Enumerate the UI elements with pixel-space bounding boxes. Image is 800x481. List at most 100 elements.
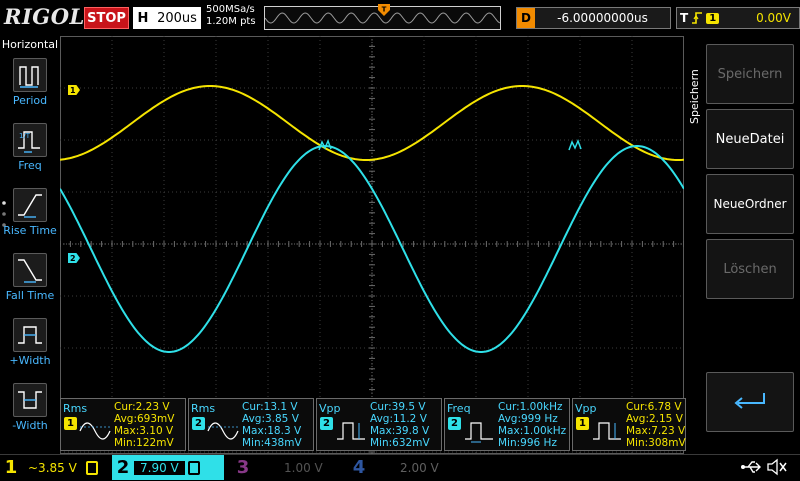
measure-pos-width-button[interactable]: +Width [0,318,60,367]
trigger-level: 0.00V [756,11,791,25]
measure-rise-time-button[interactable]: Rise Time [0,188,60,237]
memory-depth: 1.20M pts [206,16,256,27]
measurement-min: Min:438mV [242,437,302,449]
measurement-channel-badge: 1 [576,417,589,430]
measurement-values: Cur:2.23 V Avg:693mV Max:3.10 V Min:122m… [114,401,174,449]
measurement-average: Avg:2.15 V [626,413,683,425]
channel-4-number: 4 [352,457,366,478]
measurement-min: Min:122mV [114,437,174,449]
measurement-name: Rms [63,402,88,415]
fall-time-icon [13,253,47,287]
channel-1-scale: ~3.85 V [28,460,77,475]
channel-1-number: 1 [4,457,18,478]
channel-4-status[interactable]: 4 2.00 V [348,455,458,480]
sine-rms-icon [79,422,111,440]
measurement-max: Max:18.3 V [242,425,302,437]
rising-edge-icon [692,12,703,24]
usb-icon [741,461,761,473]
channel-2-peak-artifacts [318,138,582,151]
measure-rise-time-label: Rise Time [3,224,57,237]
timebase-value: 200us [157,10,197,26]
new-folder-button[interactable]: NeueOrdner [706,174,794,234]
return-arrow-icon [734,393,765,409]
positive-width-icon [13,318,47,352]
delay-value: -6.00000000us [557,11,648,25]
save-button[interactable]: Speichern [706,44,794,104]
measurement-max: Max:1.00kHz [498,425,567,437]
channel-1-status[interactable]: 1 ~3.85 V [0,455,110,480]
measurement-name: Freq [447,402,471,415]
frequency-icon [465,422,493,443]
peak-to-peak-icon [337,422,365,440]
measurement-strip: Rms 1 Cur:2.23 V Avg:693mV Max:3.10 V Mi… [60,398,686,452]
measurement-channel-badge: 1 [64,417,77,430]
speaker-muted-icon[interactable] [766,457,788,477]
frequency-icon: 1/T [13,123,47,157]
measurement-average: Avg:693mV [114,413,175,425]
negative-width-icon [13,383,47,417]
bandwidth-limit-icon [85,460,98,475]
measurement-name: Rms [191,402,216,415]
trigger-readout[interactable]: T 1 0.00V [676,7,800,29]
svg-text:1/T: 1/T [19,132,31,140]
sample-rate: 500MSa/s [206,4,255,15]
delay-readout[interactable]: D -6.00000000us [516,7,671,29]
channel-3-number: 3 [236,457,250,478]
svg-text:T: T [382,6,387,14]
measure-category-title: Horizontal [1,38,59,51]
measure-pos-width-label: +Width [9,354,51,367]
measurement-values: Cur:39.5 V Avg:11.2 V Max:39.8 V Min:632… [370,401,430,449]
measurement-box[interactable]: Freq 2 Cur:1.00kHz Avg:999 Hz Max:1.00kH… [444,398,570,451]
measurement-current: Cur:1.00kHz [498,401,563,413]
measure-fall-time-label: Fall Time [5,289,55,302]
measure-period-button[interactable]: Period [0,58,60,107]
delay-label: D [517,8,535,28]
measurement-average: Avg:3.85 V [242,413,299,425]
measure-neg-width-label: -Width [12,419,48,432]
measurement-box[interactable]: Vpp 2 Cur:39.5 V Avg:11.2 V Max:39.8 V M… [316,398,442,451]
measurement-box[interactable]: Rms 1 Cur:2.23 V Avg:693mV Max:3.10 V Mi… [60,398,186,451]
measurement-min: Min:308mV [626,437,686,449]
trigger-position-marker[interactable]: T [377,4,391,16]
timebase-label: H [137,10,149,26]
measurement-values: Cur:1.00kHz Avg:999 Hz Max:1.00kHz Min:9… [498,401,566,449]
measurement-name: Vpp [575,402,597,415]
delete-button[interactable]: Löschen [706,239,794,299]
measure-fall-time-button[interactable]: Fall Time [0,253,60,302]
measurement-average: Avg:11.2 V [370,413,427,425]
measurement-max: Max:3.10 V [114,425,174,437]
run-stop-indicator[interactable]: STOP [84,7,129,29]
measure-freq-label: Freq [18,159,42,172]
brand-logo: RIGOL [4,4,85,29]
measurement-values: Cur:6.78 V Avg:2.15 V Max:7.23 V Min:308… [626,401,686,449]
measurement-current: Cur:6.78 V [626,401,682,413]
save-menu-tab[interactable]: Speichern [686,36,704,128]
measurement-max: Max:7.23 V [626,425,686,437]
channel-3-status[interactable]: 3 1.00 V [232,455,342,480]
save-menu-tab-label: Speichern [688,69,701,124]
measurement-box[interactable]: Vpp 1 Cur:6.78 V Avg:2.15 V Max:7.23 V M… [572,398,686,451]
channel-2-number: 2 [116,457,130,478]
measure-neg-width-button[interactable]: -Width [0,383,60,432]
measure-freq-button[interactable]: 1/T Freq [0,123,60,172]
channel-2-status[interactable]: 2 7.90 V [112,455,224,480]
measurement-min: Min:632mV [370,437,430,449]
channel-2-scale: 7.90 V [134,460,185,475]
bandwidth-limit-icon [187,460,200,475]
return-button[interactable] [706,372,794,432]
measurement-box[interactable]: Rms 2 Cur:13.1 V Avg:3.85 V Max:18.3 V M… [188,398,314,451]
acquisition-info: 500MSa/s 1.20M pts [206,4,256,28]
measurement-current: Cur:2.23 V [114,401,170,413]
measure-period-label: Period [12,94,48,107]
measurement-channel-badge: 2 [192,417,205,430]
channel-3-scale: 1.00 V [284,460,323,475]
channel-4-scale: 2.00 V [400,460,439,475]
measurement-current: Cur:39.5 V [370,401,426,413]
waveform-display[interactable] [60,36,684,454]
measurement-values: Cur:13.1 V Avg:3.85 V Max:18.3 V Min:438… [242,401,302,449]
timebase-readout[interactable]: H 200us [133,7,201,29]
period-icon [13,58,47,92]
peak-to-peak-icon [593,422,621,440]
measurement-current: Cur:13.1 V [242,401,298,413]
new-file-button[interactable]: NeueDatei [706,109,794,169]
